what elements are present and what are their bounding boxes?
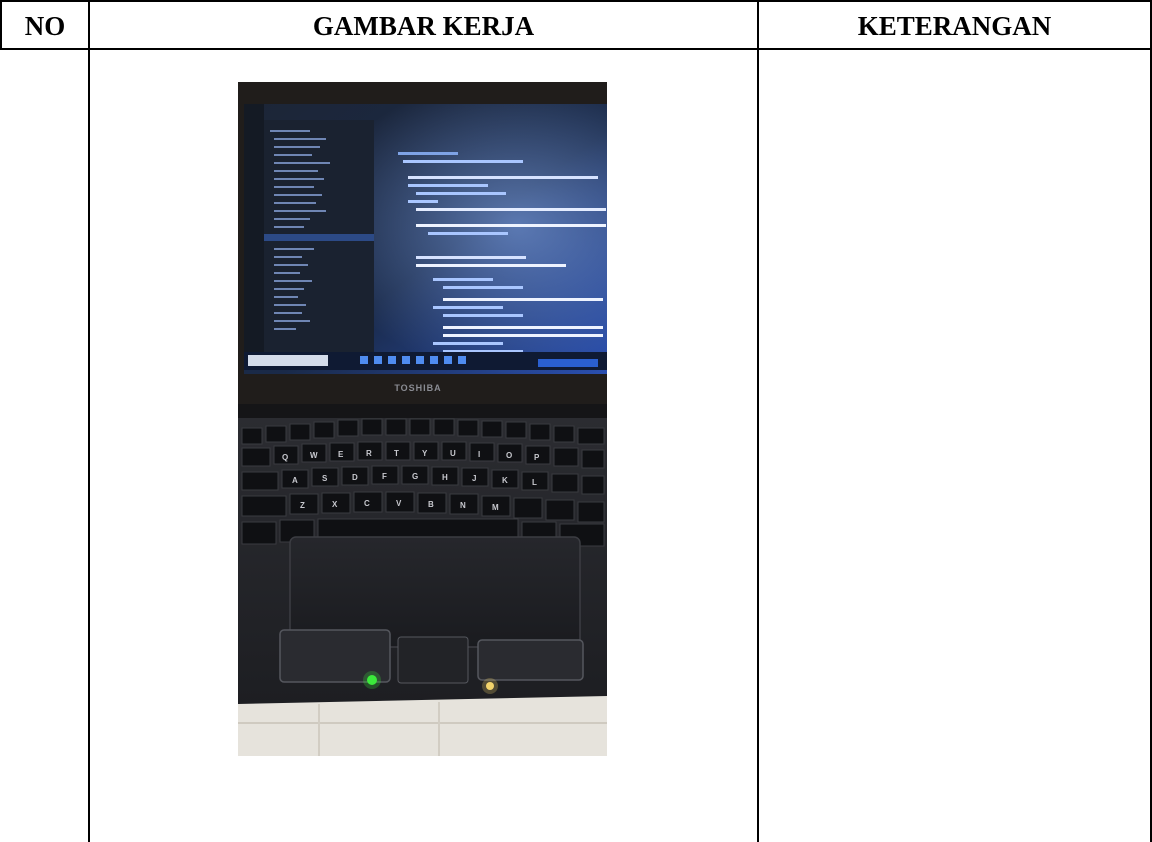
svg-text:G: G [412,472,418,481]
header-gambar-kerja: GAMBAR KERJA [312,10,535,41]
svg-text:U: U [450,449,456,458]
svg-text:V: V [396,499,402,508]
svg-text:H: H [442,473,448,482]
hinge [238,404,607,418]
header-no: NO [24,10,66,41]
header-keterangan: KETERANGAN [857,10,1052,41]
svg-text:Z: Z [300,501,305,510]
svg-text:W: W [310,451,318,460]
svg-text:B: B [428,500,434,509]
laptop-brand-label: TOSHIBA [394,383,441,393]
svg-text:O: O [506,451,512,460]
svg-text:K: K [502,476,508,485]
col-divider-1 [88,0,90,842]
work-table: NO GAMBAR KERJA KETERANGAN TOSHIBA Q W E… [0,0,1152,842]
svg-text:E: E [338,450,344,459]
work-photo: T O S H I B A Q W E R T Y U I O P A S D F G H … [238,82,607,756]
row-keterangan-cell [759,50,1150,80]
svg-text:Q: Q [282,453,288,462]
svg-text:P: P [534,453,540,462]
svg-text:M: M [492,503,499,512]
svg-text:A: A [292,476,298,485]
col-divider-2 [757,0,759,842]
svg-text:T: T [394,449,399,458]
svg-text:C: C [364,499,370,508]
svg-text:D: D [352,473,358,482]
svg-text:L: L [532,478,537,487]
svg-text:N: N [460,501,466,510]
svg-text:F: F [382,472,387,481]
svg-text:X: X [332,500,338,509]
svg-text:Y: Y [422,449,428,458]
svg-text:J: J [472,474,476,483]
svg-text:R: R [366,449,372,458]
table-top-border [0,0,1152,2]
desk-surface [238,696,607,756]
editor-sidebar [244,104,264,359]
touchpad-button-right [477,639,584,681]
row-no-cell [2,50,88,80]
svg-text:S: S [322,474,328,483]
svg-text:I: I [478,450,480,459]
